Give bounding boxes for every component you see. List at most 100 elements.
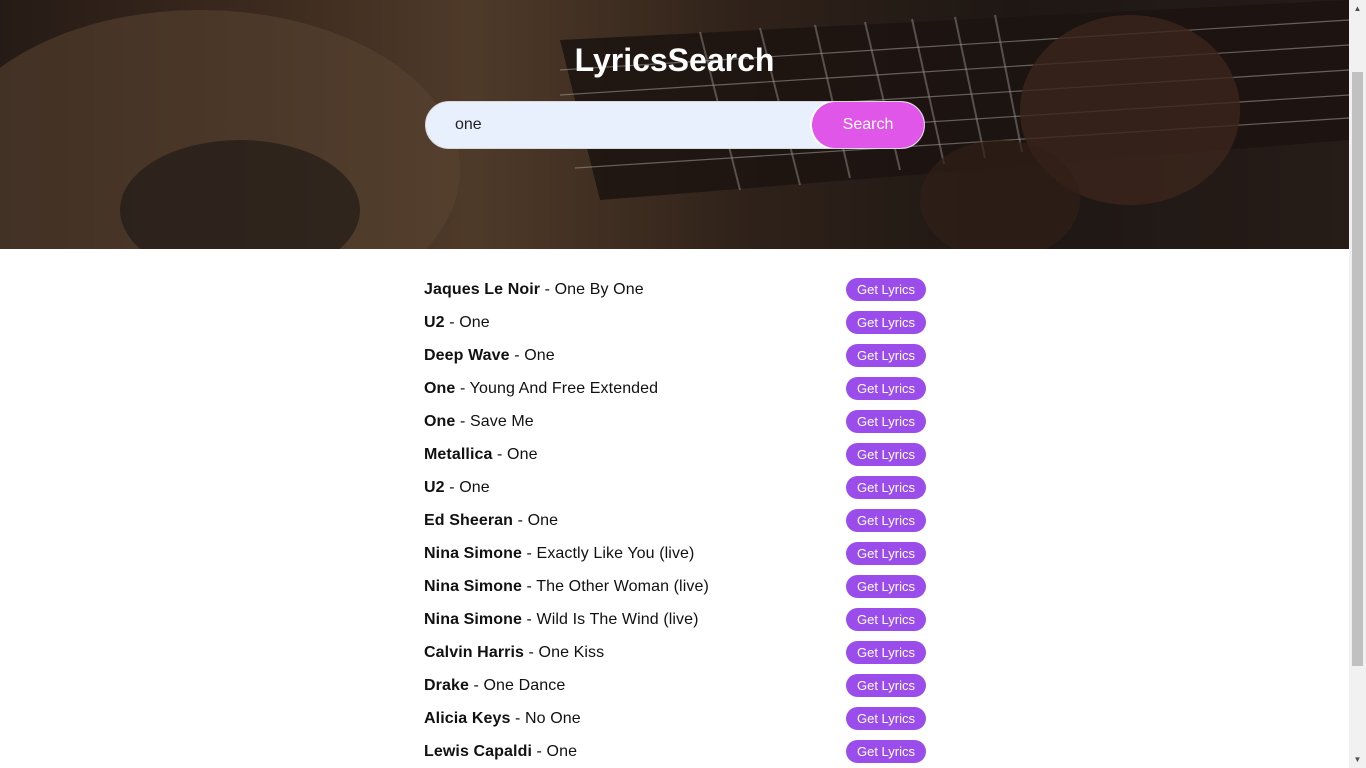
song-title: One By One [554,280,644,298]
song-entry: Calvin Harris - One Kiss [424,644,604,662]
artist-name: Nina Simone [424,577,523,595]
list-item: Deep Wave - One Get Lyrics [424,339,926,372]
separator: - [510,709,526,727]
list-item: U2 - One Get Lyrics [424,306,926,339]
get-lyrics-button[interactable]: Get Lyrics [846,542,926,565]
separator: - [455,379,470,397]
song-entry: Nina Simone - The Other Woman (live) [424,578,709,596]
separator: - [509,346,525,364]
list-item: U2 - One Get Lyrics [424,471,926,504]
list-item: Lewis Capaldi - One Get Lyrics [424,735,926,768]
get-lyrics-button[interactable]: Get Lyrics [846,410,926,433]
search-button[interactable]: Search [812,102,924,148]
separator: - [444,478,460,496]
artist-name: U2 [424,313,445,331]
song-title: One Kiss [538,643,605,661]
separator: - [513,511,528,529]
list-item: Ed Sheeran - One Get Lyrics [424,504,926,537]
song-title: Young And Free Extended [469,379,659,397]
separator: - [444,313,460,331]
artist-name: Deep Wave [424,346,510,364]
results-list: Jaques Le Noir - One By One Get Lyrics U… [424,273,926,768]
page-title: LyricsSearch [574,42,775,78]
song-entry: Metallica - One [424,446,538,464]
search-input[interactable] [426,102,814,148]
get-lyrics-button[interactable]: Get Lyrics [846,476,926,499]
song-title: One [507,445,538,463]
song-title: One [459,478,490,496]
artist-name: One [424,412,456,430]
song-entry: Lewis Capaldi - One [424,743,577,761]
separator: - [540,280,555,298]
artist-name: Nina Simone [424,544,523,562]
song-entry: U2 - One [424,479,490,497]
list-item: Calvin Harris - One Kiss Get Lyrics [424,636,926,669]
song-entry: Alicia Keys - No One [424,710,581,728]
song-title: Exactly Like You (live) [536,544,695,562]
get-lyrics-button[interactable]: Get Lyrics [846,641,926,664]
get-lyrics-button[interactable]: Get Lyrics [846,443,926,466]
song-title: One Dance [483,676,566,694]
song-entry: Drake - One Dance [424,677,565,695]
scroll-up-arrow-icon[interactable]: ▲ [1349,0,1366,17]
artist-name: Ed Sheeran [424,511,514,529]
separator: - [522,544,537,562]
song-title: No One [525,709,581,727]
list-item: Jaques Le Noir - One By One Get Lyrics [424,273,926,306]
search-form: Search [425,101,925,149]
get-lyrics-button[interactable]: Get Lyrics [846,674,926,697]
list-item: Drake - One Dance Get Lyrics [424,669,926,702]
song-entry: Nina Simone - Exactly Like You (live) [424,545,694,563]
get-lyrics-button[interactable]: Get Lyrics [846,575,926,598]
separator: - [492,445,508,463]
vertical-scrollbar[interactable]: ▲ ▼ [1349,0,1366,768]
separator: - [455,412,470,430]
song-entry: One - Save Me [424,413,534,431]
get-lyrics-button[interactable]: Get Lyrics [846,311,926,334]
list-item: Metallica - One Get Lyrics [424,438,926,471]
artist-name: One [424,379,456,397]
song-entry: Ed Sheeran - One [424,512,558,530]
get-lyrics-button[interactable]: Get Lyrics [846,377,926,400]
scroll-down-arrow-icon[interactable]: ▼ [1349,751,1366,768]
song-title: One [527,511,559,529]
get-lyrics-button[interactable]: Get Lyrics [846,707,926,730]
list-item: One - Save Me Get Lyrics [424,405,926,438]
get-lyrics-button[interactable]: Get Lyrics [846,344,926,367]
separator: - [468,676,484,694]
get-lyrics-button[interactable]: Get Lyrics [846,740,926,763]
song-title: The Other Woman (live) [536,577,709,595]
song-title: Wild Is The Wind (live) [536,610,699,628]
scrollbar-thumb[interactable] [1352,72,1363,666]
artist-name: U2 [424,478,445,496]
artist-name: Metallica [424,445,493,463]
song-entry: Jaques Le Noir - One By One [424,281,644,299]
separator: - [532,742,547,760]
song-title: One [459,313,490,331]
song-entry: One - Young And Free Extended [424,380,658,398]
artist-name: Drake [424,676,469,694]
list-item: Nina Simone - Exactly Like You (live) Ge… [424,537,926,570]
hero-header: LyricsSearch Search [0,0,1349,249]
separator: - [522,610,537,628]
artist-name: Nina Simone [424,610,523,628]
get-lyrics-button[interactable]: Get Lyrics [846,608,926,631]
list-item: One - Young And Free Extended Get Lyrics [424,372,926,405]
song-title: One [524,346,555,364]
get-lyrics-button[interactable]: Get Lyrics [846,278,926,301]
artist-name: Alicia Keys [424,709,511,727]
separator: - [524,643,539,661]
list-item: Alicia Keys - No One Get Lyrics [424,702,926,735]
song-entry: Deep Wave - One [424,347,555,365]
song-title: Save Me [469,412,534,430]
page: LyricsSearch Search Jaques Le Noir - One… [0,0,1349,768]
song-entry: U2 - One [424,314,490,332]
artist-name: Lewis Capaldi [424,742,532,760]
song-title: One [546,742,578,760]
separator: - [522,577,537,595]
get-lyrics-button[interactable]: Get Lyrics [846,509,926,532]
list-item: Nina Simone - Wild Is The Wind (live) Ge… [424,603,926,636]
artist-name: Calvin Harris [424,643,525,661]
artist-name: Jaques Le Noir [424,280,541,298]
list-item: Nina Simone - The Other Woman (live) Get… [424,570,926,603]
